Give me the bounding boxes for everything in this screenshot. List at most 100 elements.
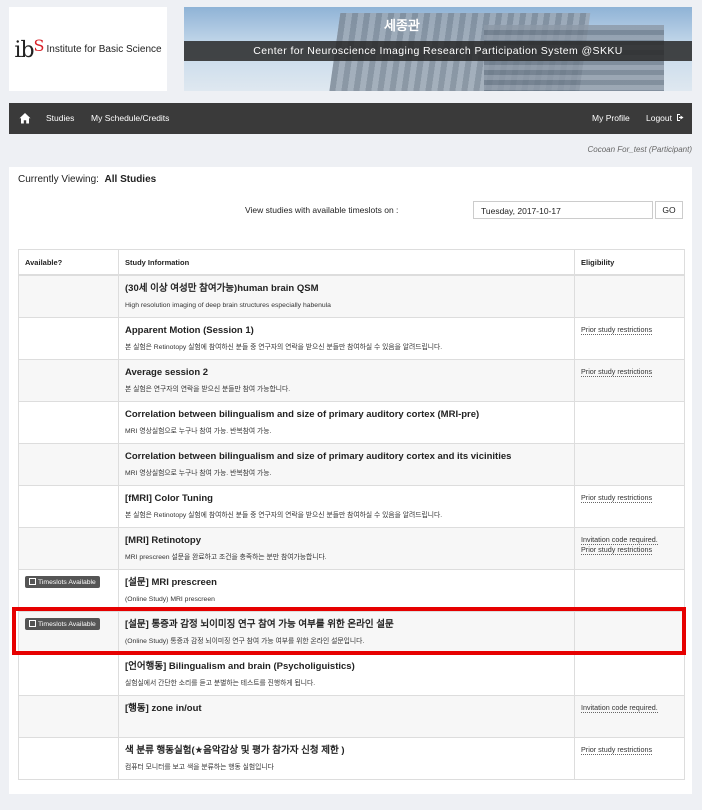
- cell-study-information: Apparent Motion (Session 1) 본 실험은 Retinot…: [118, 316, 575, 360]
- study-description: High resolution imaging of deep brain st…: [125, 302, 331, 309]
- study-description: 실험실에서 간단한 소리를 듣고 분별하는 테스트를 진행하게 됩니다.: [125, 679, 316, 687]
- nav-home[interactable]: [19, 103, 31, 134]
- cell-study-information: 색 분류 행동실험(★음악감상 및 평가 참가자 신청 제한 ) 컴퓨터 모니터를…: [118, 736, 575, 780]
- eligibility-item[interactable]: Prior study restrictions: [581, 544, 653, 555]
- cell-study-information: [MRI] Retinotopy MRI prescreen 설문을 완료하고 조…: [118, 526, 575, 570]
- cell-available: [18, 442, 119, 486]
- table-row: [MRI] Retinotopy MRI prescreen 설문을 완료하고 조…: [18, 526, 685, 570]
- cell-eligibility: Invitation code required. Prior study res…: [574, 526, 685, 570]
- study-title[interactable]: Apparent Motion (Session 1): [125, 324, 568, 337]
- study-description: MRI 영상실험으로 누구나 참여 가능. 반복참여 가능.: [125, 427, 272, 435]
- eligibility-item[interactable]: Prior study restrictions: [581, 744, 653, 755]
- study-title[interactable]: Average session 2: [125, 366, 568, 379]
- go-button[interactable]: GO: [655, 201, 683, 219]
- logo-mark: ibS: [14, 35, 44, 63]
- cell-eligibility: Prior study restrictions: [574, 484, 685, 528]
- logout-label: Logout: [646, 113, 672, 123]
- nav-my-schedule[interactable]: My Schedule/Credits: [91, 103, 169, 134]
- date-filter-label: View studies with available timeslots on…: [245, 205, 399, 215]
- table-row: Timeslots Available [설문] MRI prescreen (On…: [18, 568, 685, 612]
- cell-study-information: (30세 이상 여성만 참여가능)human brain QSM High res…: [118, 274, 575, 318]
- eligibility-item[interactable]: Invitation code required.: [581, 534, 658, 545]
- current-user: Cocoan For_test (Participant): [587, 145, 693, 154]
- cell-eligibility: Prior study restrictions: [574, 736, 685, 780]
- timeslots-available-label: Timeslots Available: [38, 578, 96, 586]
- study-title[interactable]: [언어행동] Bilingualism and brain (Psycholig…: [125, 660, 568, 673]
- cell-available: [18, 736, 119, 780]
- date-filter-input[interactable]: Tuesday, 2017-10-17: [473, 201, 653, 219]
- study-title[interactable]: [행동] zone in/out: [125, 702, 568, 715]
- eligibility-item[interactable]: Prior study restrictions: [581, 366, 653, 377]
- study-title[interactable]: (30세 이상 여성만 참여가능)human brain QSM: [125, 282, 568, 295]
- table-row: Average session 2 본 실험은 연구자의 연락을 받으신 분들만 …: [18, 358, 685, 402]
- cell-available: Timeslots Available: [18, 568, 119, 612]
- study-description: 본 실험은 Retinotopy 실험에 참여하신 분들 중 연구자의 연락을 …: [125, 511, 443, 519]
- study-description: (Online Study) MRI prescreen: [125, 595, 215, 603]
- table-row: [행동] zone in/out Invitation code required…: [18, 694, 685, 738]
- table-row: 색 분류 행동실험(★음악감상 및 평가 참가자 신청 제한 ) 컴퓨터 모니터를…: [18, 736, 685, 780]
- cell-eligibility: Prior study restrictions: [574, 358, 685, 402]
- cell-eligibility: [574, 400, 685, 444]
- header-study-information: Study Information: [118, 249, 575, 276]
- viewing-value: All Studies: [104, 174, 157, 185]
- eligibility-item[interactable]: Prior study restrictions: [581, 492, 653, 503]
- table-row: Apparent Motion (Session 1) 본 실험은 Retinot…: [18, 316, 685, 360]
- cell-eligibility: [574, 652, 685, 696]
- cell-eligibility: Prior study restrictions: [574, 316, 685, 360]
- table-row: Correlation between bilingualism and siz…: [18, 400, 685, 444]
- nav-my-profile[interactable]: My Profile: [592, 103, 630, 134]
- timeslots-available-button[interactable]: Timeslots Available: [25, 575, 100, 588]
- ibs-logo: ibS Institute for Basic Science: [9, 7, 167, 91]
- studies-table: Available? Study Information Eligibility…: [18, 249, 685, 780]
- timeslots-available-label: Timeslots Available: [38, 620, 96, 628]
- eligibility-item[interactable]: Invitation code required.: [581, 702, 658, 713]
- study-title[interactable]: Correlation between bilingualism and siz…: [125, 408, 568, 421]
- currently-viewing: Currently Viewing: All Studies: [18, 174, 156, 185]
- cell-study-information: Correlation between bilingualism and siz…: [118, 442, 575, 486]
- banner-title: Center for Neuroscience Imaging Research…: [184, 41, 692, 61]
- cell-available: [18, 400, 119, 444]
- header-available: Available?: [18, 249, 119, 276]
- studies-panel: Currently Viewing: All Studies View stud…: [9, 167, 692, 794]
- timeslots-available-button[interactable]: Timeslots Available: [25, 617, 100, 630]
- header-eligibility: Eligibility: [574, 249, 685, 276]
- cell-study-information: Average session 2 본 실험은 연구자의 연락을 받으신 분들만 …: [118, 358, 575, 402]
- cell-study-information: Correlation between bilingualism and siz…: [118, 400, 575, 444]
- cell-eligibility: [574, 568, 685, 612]
- study-description: (Online Study) 통증과 감정 뇌이미징 연구 참여 가능 여부를 …: [125, 637, 365, 645]
- cell-eligibility: [574, 610, 685, 654]
- cell-eligibility: [574, 442, 685, 486]
- study-title[interactable]: Correlation between bilingualism and siz…: [125, 450, 568, 463]
- nav-studies[interactable]: Studies: [46, 103, 74, 134]
- table-row: [언어행동] Bilingualism and brain (Psycholig…: [18, 652, 685, 696]
- study-title[interactable]: 색 분류 행동실험(★음악감상 및 평가 참가자 신청 제한 ): [125, 744, 568, 757]
- study-title[interactable]: [설문] MRI prescreen: [125, 576, 568, 589]
- study-title[interactable]: [설문] 통증과 감정 뇌이미징 연구 참여 가능 여부를 위한 온라인 설문: [125, 618, 568, 631]
- main-navbar: Studies My Schedule/Credits My Profile L…: [9, 103, 692, 134]
- cell-study-information: [설문] 통증과 감정 뇌이미징 연구 참여 가능 여부를 위한 온라인 설문 (…: [118, 610, 575, 654]
- study-title[interactable]: [fMRI] Color Tuning: [125, 492, 568, 505]
- logo-text: Institute for Basic Science: [46, 43, 162, 55]
- study-title[interactable]: [MRI] Retinotopy: [125, 534, 568, 547]
- cell-eligibility: [574, 274, 685, 318]
- header-banner: 세종관 Center for Neuroscience Imaging Rese…: [184, 7, 692, 91]
- study-description: MRI 영상실험으로 누구나 참여 가능. 반복참여 가능.: [125, 469, 272, 477]
- external-link-icon: [29, 577, 36, 585]
- table-row: [fMRI] Color Tuning 본 실험은 Retinotopy 실험에 …: [18, 484, 685, 528]
- cell-available: [18, 694, 119, 738]
- building-sign: 세종관: [384, 18, 420, 33]
- cell-available: [18, 484, 119, 528]
- cell-available: [18, 652, 119, 696]
- cell-available: [18, 526, 119, 570]
- cell-study-information: [행동] zone in/out: [118, 694, 575, 738]
- study-description: 본 실험은 연구자의 연락을 받으신 분들만 참여 가능합니다.: [125, 385, 291, 393]
- eligibility-item[interactable]: Prior study restrictions: [581, 324, 653, 335]
- study-description: MRI prescreen 설문을 완료하고 조건을 충족하는 분만 참여가능합…: [125, 553, 327, 561]
- nav-logout[interactable]: Logout: [646, 103, 685, 134]
- cell-study-information: [fMRI] Color Tuning 본 실험은 Retinotopy 실험에 …: [118, 484, 575, 528]
- table-row: Timeslots Available [설문] 통증과 감정 뇌이미징 연구 참…: [18, 610, 685, 654]
- cell-study-information: [언어행동] Bilingualism and brain (Psycholig…: [118, 652, 575, 696]
- study-description: 컴퓨터 모니터를 보고 색을 분류하는 행동 실험입니다: [125, 763, 274, 771]
- sign-out-icon: [677, 114, 684, 121]
- viewing-label: Currently Viewing:: [18, 174, 99, 185]
